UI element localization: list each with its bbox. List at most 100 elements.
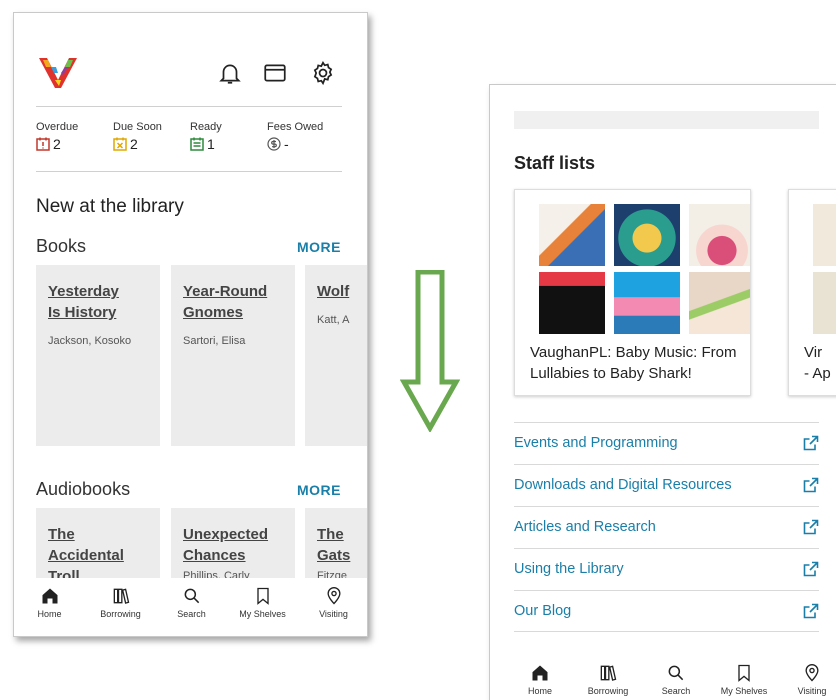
- tab-label: Home: [37, 609, 62, 619]
- stat-fees-owed[interactable]: Fees Owed -: [267, 121, 323, 152]
- bookmark-icon: [738, 664, 750, 682]
- external-link-icon: [803, 561, 819, 577]
- audiobook-title[interactable]: The Gats: [317, 524, 367, 566]
- book-author: Katt, A: [317, 314, 350, 326]
- staff-list-card[interactable]: VaughanPL: Baby Music: From Lullabies to…: [514, 189, 751, 396]
- book-cover: [813, 272, 836, 334]
- location-pin-icon: [805, 664, 819, 682]
- loading-placeholder: [514, 111, 819, 129]
- audiobook-card[interactable]: The Accidental Troll: [36, 508, 160, 588]
- book-title[interactable]: Yesterday Is History: [48, 281, 148, 323]
- tab-borrowing[interactable]: Borrowing: [85, 578, 156, 636]
- book-card[interactable]: Year-Round Gnomes Sartori, Elisa: [171, 265, 295, 446]
- books-more-link[interactable]: MORE: [297, 239, 341, 255]
- link-label: Articles and Research: [514, 519, 656, 535]
- link-using-library[interactable]: Using the Library: [514, 548, 819, 590]
- tab-search[interactable]: Search: [642, 655, 710, 700]
- book-cover: [539, 204, 605, 266]
- books-icon: [113, 588, 129, 604]
- books-heading: Books: [36, 236, 87, 256]
- due-soon-icon: [113, 137, 127, 151]
- book-author: Jackson, Kosoko: [48, 335, 132, 347]
- stat-overdue[interactable]: Overdue 2: [36, 121, 78, 152]
- tab-home[interactable]: Home: [14, 578, 85, 636]
- overdue-icon: [36, 137, 50, 151]
- home-screen: Overdue 2 Due Soon 2 Ready 1 Fees Owed -…: [13, 12, 368, 637]
- link-articles-research[interactable]: Articles and Research: [514, 506, 819, 548]
- location-pin-icon: [326, 587, 341, 605]
- tab-visiting[interactable]: Visiting: [778, 655, 836, 700]
- search-icon: [184, 588, 199, 604]
- link-label: Events and Programming: [514, 435, 678, 451]
- external-link-icon: [803, 519, 819, 535]
- link-events-programming[interactable]: Events and Programming: [514, 422, 819, 464]
- down-arrow-icon: [400, 270, 460, 432]
- stat-ready[interactable]: Ready 1: [190, 121, 222, 152]
- audiobooks-heading: Audiobooks: [36, 479, 131, 499]
- divider: [36, 106, 342, 107]
- stat-label: Overdue: [36, 121, 79, 133]
- book-card[interactable]: Wolf Katt, A: [305, 265, 367, 446]
- tab-label: Search: [177, 609, 206, 619]
- tab-my-shelves[interactable]: My Shelves: [227, 578, 298, 636]
- tab-visiting[interactable]: Visiting: [298, 578, 367, 636]
- book-cover: [689, 272, 750, 334]
- staff-list-title: VaughanPL: Baby Music: From Lullabies to…: [530, 344, 737, 382]
- home-icon: [42, 588, 57, 604]
- tab-borrowing[interactable]: Borrowing: [574, 655, 642, 700]
- stat-due-soon[interactable]: Due Soon 2: [113, 121, 162, 152]
- tab-label: My Shelves: [720, 686, 768, 696]
- book-title[interactable]: Year-Round Gnomes: [183, 281, 283, 323]
- tab-label: Search: [661, 686, 691, 696]
- book-cover: [689, 204, 750, 266]
- tab-home[interactable]: Home: [506, 655, 574, 700]
- cover-collage: [539, 204, 750, 334]
- audiobook-card[interactable]: Unexpected Chances Phillips, Carly: [171, 508, 295, 588]
- search-icon: [668, 665, 684, 681]
- divider: [36, 171, 342, 172]
- home-icon: [532, 665, 548, 681]
- book-cover: [539, 272, 605, 334]
- link-label: Our Blog: [514, 603, 572, 619]
- book-cover: [614, 204, 680, 266]
- link-our-blog[interactable]: Our Blog: [514, 590, 819, 632]
- tab-my-shelves[interactable]: My Shelves: [710, 655, 778, 700]
- tab-label: Visiting: [319, 609, 348, 619]
- tab-label: Home: [527, 686, 552, 696]
- dollar-icon: [267, 137, 281, 151]
- link-label: Downloads and Digital Resources: [514, 477, 732, 493]
- stat-value: 2: [53, 136, 61, 152]
- link-downloads-digital[interactable]: Downloads and Digital Resources: [514, 464, 819, 506]
- tab-label: My Shelves: [239, 609, 286, 619]
- book-title[interactable]: Wolf: [317, 281, 367, 302]
- home-screen-scrolled: Staff lists VaughanPL: Baby Music: From …: [489, 84, 836, 700]
- stat-value: 1: [207, 136, 215, 152]
- staff-list-title: Vir - Ap: [804, 344, 831, 382]
- ready-icon: [190, 137, 204, 151]
- book-card[interactable]: Yesterday Is History Jackson, Kosoko: [36, 265, 160, 446]
- gear-icon[interactable]: [310, 60, 336, 86]
- stat-label: Ready: [190, 121, 222, 133]
- bell-icon[interactable]: [217, 60, 243, 86]
- staff-lists-heading: Staff lists: [514, 153, 596, 173]
- tab-search[interactable]: Search: [156, 578, 227, 636]
- audiobooks-more-link[interactable]: MORE: [297, 482, 341, 498]
- library-logo: [39, 58, 77, 88]
- section-title: New at the library: [36, 196, 184, 217]
- book-cover: [614, 272, 680, 334]
- external-link-icon: [803, 477, 819, 493]
- bottom-tab-bar: Home Borrowing Search My Shelves Visitin…: [490, 655, 836, 700]
- tab-label: Borrowing: [100, 609, 141, 619]
- stat-value: -: [284, 136, 289, 152]
- staff-list-card[interactable]: Vir - Ap: [788, 189, 836, 396]
- external-link-icon: [803, 603, 819, 619]
- card-icon[interactable]: [262, 60, 288, 86]
- stat-value: 2: [130, 136, 138, 152]
- link-label: Using the Library: [514, 561, 624, 577]
- stat-label: Due Soon: [113, 121, 162, 133]
- tab-label: Visiting: [797, 686, 827, 696]
- audiobook-card[interactable]: The Gats Fitzge: [305, 508, 367, 588]
- bottom-tab-bar: Home Borrowing Search My Shelves Visitin…: [14, 578, 367, 636]
- audiobook-title[interactable]: Unexpected Chances: [183, 524, 283, 566]
- book-author: Sartori, Elisa: [183, 335, 246, 347]
